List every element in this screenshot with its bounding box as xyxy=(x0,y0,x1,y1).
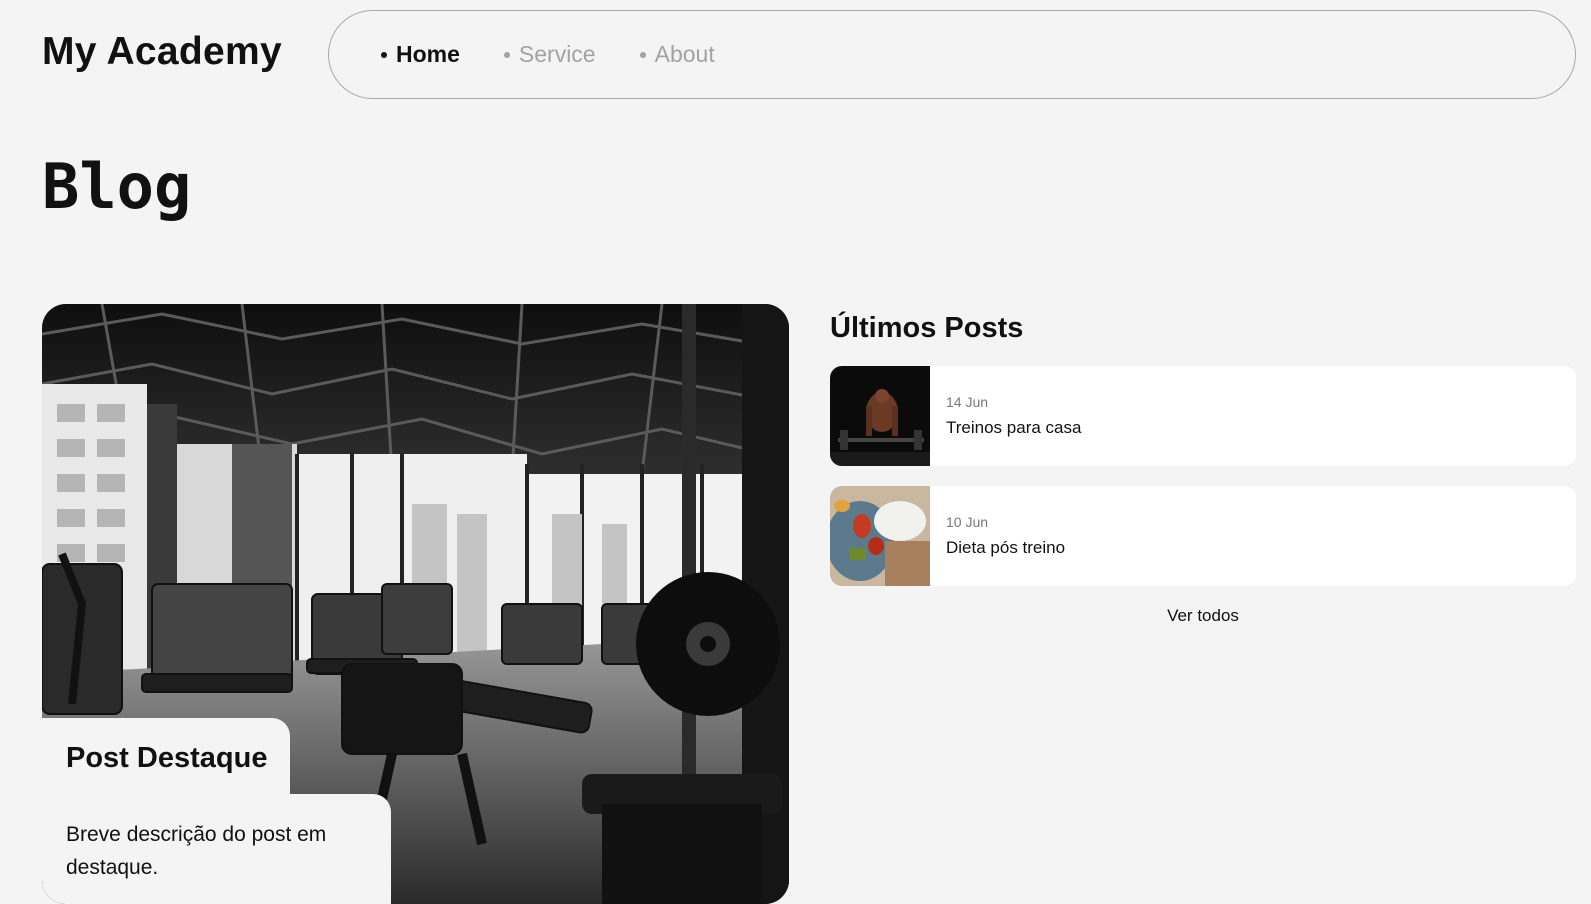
workout-photo xyxy=(830,366,930,466)
see-all-link[interactable]: Ver todos xyxy=(830,606,1576,626)
bullet-icon xyxy=(639,51,646,58)
post-text: 10 Jun Dieta pós treino xyxy=(930,486,1065,586)
bullet-icon xyxy=(503,51,510,58)
latest-posts: Últimos Posts 14 Jun Treinos para casa 1… xyxy=(830,304,1576,626)
nav-item-label: Service xyxy=(518,41,596,67)
post-card[interactable]: 14 Jun Treinos para casa xyxy=(830,366,1576,466)
bullet-icon xyxy=(381,51,387,58)
post-date: 14 Jun xyxy=(946,394,989,410)
post-title: Dieta pós treino xyxy=(946,538,1066,557)
post-thumbnail xyxy=(830,486,930,586)
latest-posts-title: Últimos Posts xyxy=(830,312,1024,344)
main-nav: Home Service About xyxy=(328,10,1576,99)
nav-item-label: About xyxy=(654,41,715,67)
nav-item-label: Home xyxy=(396,41,460,67)
featured-post[interactable]: Post Destaque Breve descrição do post em… xyxy=(42,304,789,904)
post-text: 14 Jun Treinos para casa xyxy=(930,366,1081,466)
post-date: 10 Jun xyxy=(946,514,989,530)
nav-item-service[interactable]: Service xyxy=(503,41,596,68)
page-title: Blog xyxy=(42,150,192,223)
nav-item-home[interactable]: Home xyxy=(381,41,460,68)
featured-post-description: Breve descrição do post em destaque. xyxy=(42,794,391,904)
nav-item-about[interactable]: About xyxy=(639,41,715,68)
post-title: Treinos para casa xyxy=(946,418,1082,437)
post-card[interactable]: 10 Jun Dieta pós treino xyxy=(830,486,1576,586)
featured-post-title: Post Destaque xyxy=(42,718,290,804)
post-thumbnail xyxy=(830,366,930,466)
header: My Academy Home Service About xyxy=(0,0,1591,110)
food-photo xyxy=(830,486,930,586)
site-logo[interactable]: My Academy xyxy=(42,30,282,74)
